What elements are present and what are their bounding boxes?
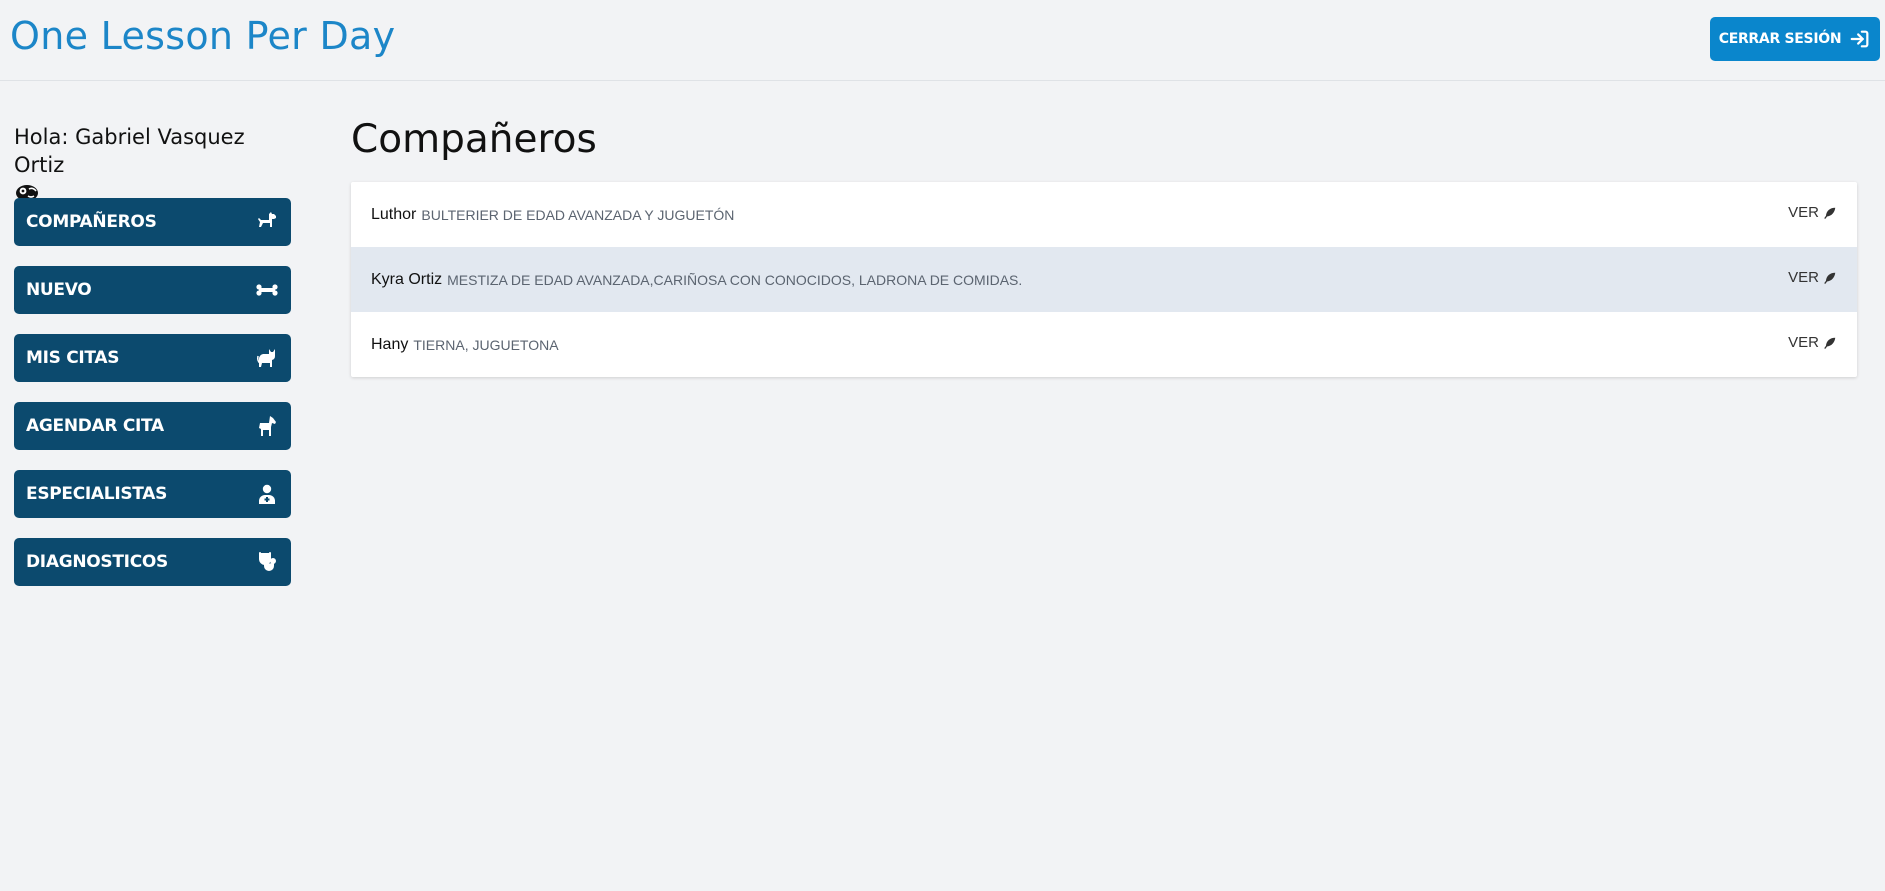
sign-in-arrow-icon xyxy=(1850,30,1869,48)
sidebar-item-label: MIS CITAS xyxy=(26,348,120,368)
sidebar-item-label: COMPAÑEROS xyxy=(26,212,157,232)
sidebar-item-mis-citas[interactable]: MIS CITAS xyxy=(14,334,291,382)
feather-icon xyxy=(1824,207,1836,219)
view-button[interactable]: VER xyxy=(1788,269,1837,286)
list-item[interactable]: Kyra Ortiz MESTIZA DE EDAD AVANZADA,CARI… xyxy=(351,247,1857,312)
sidebar-item-nuevo[interactable]: NUEVO xyxy=(14,266,291,314)
list-item[interactable]: Hany TIERNA, JUGUETONA VER xyxy=(351,312,1857,377)
list-item[interactable]: Luthor BULTERIER DE EDAD AVANZADA Y JUGU… xyxy=(351,182,1857,247)
view-label: VER xyxy=(1788,204,1819,221)
dog-icon xyxy=(258,212,276,227)
sidebar-item-especialistas[interactable]: ESPECIALISTAS xyxy=(14,470,291,518)
greeting-text: Hola: Gabriel Vasquez Ortiz xyxy=(14,125,245,177)
sidebar: COMPAÑEROS NUEVO MIS CITAS AGENDAR CITA … xyxy=(14,198,291,606)
brand-title[interactable]: One Lesson Per Day xyxy=(10,14,395,58)
companion-description: TIERNA, JUGUETONA xyxy=(413,336,559,353)
bone-icon xyxy=(256,284,278,296)
cat-icon xyxy=(257,349,276,367)
horse-icon xyxy=(259,416,276,436)
page-title: Compañeros xyxy=(351,117,597,162)
sidebar-item-companeros[interactable]: COMPAÑEROS xyxy=(14,198,291,246)
companion-description: BULTERIER DE EDAD AVANZADA Y JUGUETÓN xyxy=(421,206,735,223)
feather-icon xyxy=(1824,272,1836,284)
stethoscope-icon xyxy=(259,552,276,571)
sidebar-item-label: ESPECIALISTAS xyxy=(26,484,168,504)
companion-name: Luthor xyxy=(371,205,417,223)
sidebar-item-label: DIAGNOSTICOS xyxy=(26,552,168,572)
top-navbar: One Lesson Per Day CERRAR SESIÓN xyxy=(0,0,1885,81)
companions-list: Luthor BULTERIER DE EDAD AVANZADA Y JUGU… xyxy=(351,182,1857,377)
view-button[interactable]: VER xyxy=(1788,204,1837,221)
sidebar-item-diagnosticos[interactable]: DIAGNOSTICOS xyxy=(14,538,291,586)
companion-name: Kyra Ortiz xyxy=(371,270,443,288)
user-doctor-icon xyxy=(259,484,275,504)
sidebar-item-label: NUEVO xyxy=(26,280,92,300)
logout-label: CERRAR SESIÓN xyxy=(1718,31,1842,47)
companion-name: Hany xyxy=(371,335,409,353)
logout-button[interactable]: CERRAR SESIÓN xyxy=(1710,17,1880,61)
sidebar-item-label: AGENDAR CITA xyxy=(26,416,164,436)
view-label: VER xyxy=(1788,269,1819,286)
greeting: Hola: Gabriel Vasquez Ortiz xyxy=(14,123,294,203)
view-button[interactable]: VER xyxy=(1788,334,1837,351)
view-label: VER xyxy=(1788,334,1819,351)
sidebar-item-agendar-cita[interactable]: AGENDAR CITA xyxy=(14,402,291,450)
companion-description: MESTIZA DE EDAD AVANZADA,CARIÑOSA CON CO… xyxy=(447,271,1023,288)
feather-icon xyxy=(1824,337,1836,349)
